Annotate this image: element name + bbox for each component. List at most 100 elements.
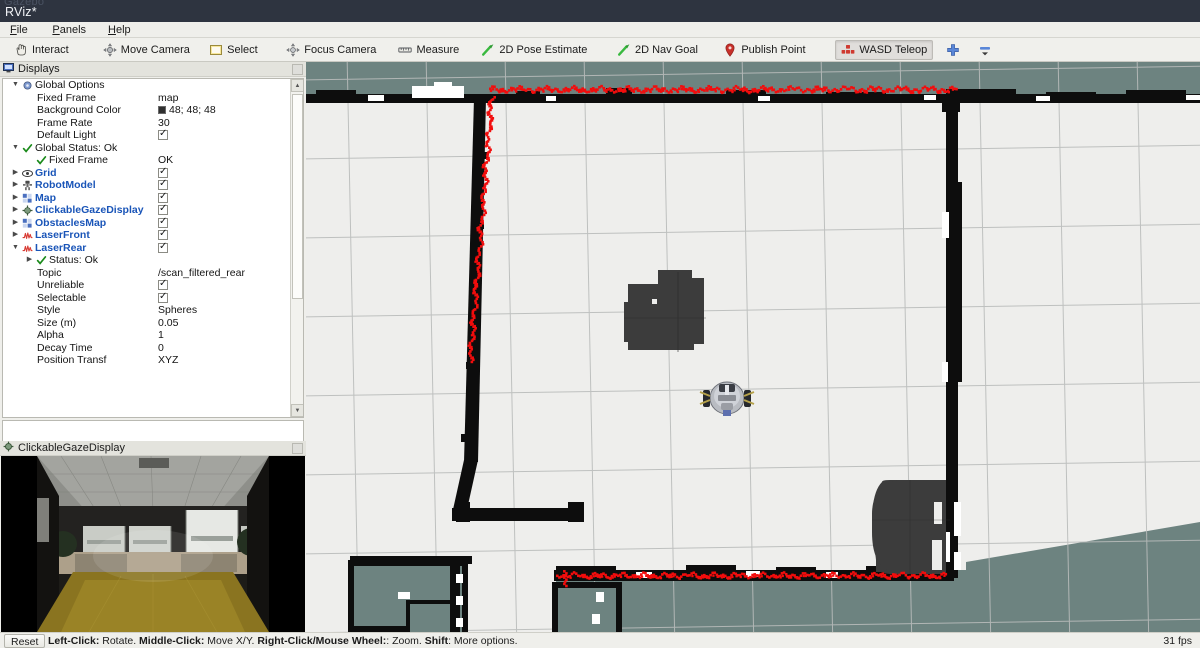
laser-point — [700, 577, 702, 579]
tool-focus-camera[interactable]: Focus Camera — [280, 40, 382, 60]
display-tree-row[interactable]: ▶ LaserFront — [3, 229, 290, 242]
display-property-value[interactable]: /scan_filtered_rear — [158, 267, 245, 280]
laser-point — [481, 200, 483, 202]
tool-label: Move Camera — [121, 44, 190, 56]
display-tree-row[interactable]: Default Light — [3, 129, 290, 142]
menu-panels[interactable]: Panels — [48, 23, 90, 37]
display-enabled-checkbox[interactable] — [158, 193, 168, 203]
display-item-label: Topic — [37, 267, 62, 280]
tool-2d-pose-estimate[interactable]: 2D Pose Estimate — [475, 40, 593, 60]
display-tree-row[interactable]: Style Spheres — [3, 304, 290, 317]
add-tool-button[interactable] — [940, 40, 966, 60]
reset-button[interactable]: Reset — [4, 634, 45, 648]
display-tree-row[interactable]: Topic/scan_filtered_rear — [3, 267, 290, 280]
display-tree-row[interactable]: ▶ Grid — [3, 167, 290, 180]
display-enabled-checkbox[interactable] — [158, 218, 168, 228]
laser-point — [639, 577, 641, 579]
tool-move-camera[interactable]: Move Camera — [97, 40, 196, 60]
display-tree-row[interactable]: Position Transf XYZ — [3, 354, 290, 367]
display-tree-row[interactable]: ▼ Global Options — [3, 79, 290, 92]
display-tree-row[interactable]: Fixed Frame OK — [3, 154, 290, 167]
laser-point — [761, 575, 763, 577]
laser-point — [662, 90, 664, 92]
chevron-right-icon[interactable]: ▶ — [11, 229, 20, 242]
display-enabled-checkbox[interactable] — [158, 293, 168, 303]
display-property-value[interactable]: XYZ — [158, 354, 178, 367]
chevron-down-icon[interactable]: ▼ — [11, 79, 20, 92]
tool-interact[interactable]: Interact — [8, 40, 75, 60]
display-enabled-checkbox[interactable] — [158, 205, 168, 215]
tool-publish-point[interactable]: Publish Point — [717, 40, 811, 60]
display-enabled-checkbox[interactable] — [158, 180, 168, 190]
laser-point — [880, 87, 883, 90]
menu-help[interactable]: Help — [104, 23, 135, 37]
laser-point — [764, 573, 767, 576]
scrollbar-thumb[interactable] — [292, 94, 303, 299]
render-view-3d[interactable] — [306, 62, 1200, 632]
display-property-value[interactable]: Spheres — [158, 304, 197, 317]
laser-point — [560, 91, 563, 94]
display-property-value[interactable]: 0.05 — [158, 317, 178, 330]
chevron-right-icon[interactable]: ▶ — [11, 192, 20, 205]
display-tree-row[interactable]: ▶ ClickableGazeDisplay — [3, 204, 290, 217]
laser-point — [955, 88, 958, 91]
displays-tree-scrollbar[interactable]: ▲ ▼ — [290, 79, 303, 417]
laser-point — [615, 90, 618, 93]
display-tree-row[interactable]: ▶ Status: Ok — [3, 254, 290, 267]
displays-tree[interactable]: ▼ Global Options Fixed Frame map Background … — [2, 78, 304, 418]
laser-point — [709, 574, 712, 577]
display-tree-row[interactable]: Size (m) 0.05 — [3, 317, 290, 330]
scroll-up-icon[interactable]: ▲ — [291, 79, 304, 92]
laser-point — [733, 89, 735, 91]
display-tree-row[interactable]: ▼ Global Status: Ok — [3, 142, 290, 155]
display-property-value[interactable]: 0 — [158, 342, 164, 355]
display-tree-row[interactable]: ▶ ObstaclesMap — [3, 217, 290, 230]
tool-wasd-teleop[interactable]: WASD Teleop — [835, 40, 933, 60]
display-tree-row[interactable]: Decay Time 0 — [3, 342, 290, 355]
laser-point — [872, 575, 874, 577]
chevron-right-icon[interactable]: ▶ — [11, 217, 20, 230]
display-tree-row[interactable]: ▶ RobotModel — [3, 179, 290, 192]
laser-point — [866, 91, 868, 93]
display-tree-row[interactable]: Alpha 1 — [3, 329, 290, 342]
laser-point — [641, 576, 643, 578]
display-tree-row[interactable]: Background Color 48; 48; 48 — [3, 104, 290, 117]
scroll-down-icon[interactable]: ▼ — [291, 404, 304, 417]
display-enabled-checkbox[interactable] — [158, 130, 168, 140]
display-item-label: Alpha — [37, 329, 64, 342]
display-enabled-checkbox[interactable] — [158, 168, 168, 178]
chevron-down-icon[interactable]: ▼ — [11, 242, 20, 255]
display-item-label: Grid — [35, 167, 57, 180]
display-property-value[interactable]: 48; 48; 48 — [158, 104, 216, 117]
tool-measure[interactable]: Measure — [392, 40, 465, 60]
display-tree-row[interactable]: Selectable — [3, 292, 290, 305]
gaze-panel-float-button[interactable] — [292, 443, 303, 454]
display-tree-row[interactable]: Frame Rate 30 — [3, 117, 290, 130]
display-property-value[interactable]: 1 — [158, 329, 164, 342]
laser-point — [920, 90, 923, 93]
display-tree-row[interactable]: ▼ LaserRear — [3, 242, 290, 255]
tool-select[interactable]: Select — [203, 40, 264, 60]
display-enabled-checkbox[interactable] — [158, 280, 168, 290]
display-property-value[interactable]: map — [158, 92, 178, 105]
display-item-label: Unreliable — [37, 279, 84, 292]
display-enabled-checkbox[interactable] — [158, 230, 168, 240]
laser-point — [800, 574, 803, 577]
display-tree-row[interactable]: Fixed Frame map — [3, 92, 290, 105]
display-tree-row[interactable]: Unreliable — [3, 279, 290, 292]
chevron-right-icon[interactable]: ▶ — [25, 254, 34, 267]
chevron-right-icon[interactable]: ▶ — [11, 167, 20, 180]
color-swatch[interactable] — [158, 106, 166, 114]
menu-file[interactable]: File — [6, 23, 32, 37]
tool-2d-nav-goal[interactable]: 2D Nav Goal — [611, 40, 704, 60]
display-enabled-checkbox[interactable] — [158, 243, 168, 253]
chevron-right-icon[interactable]: ▶ — [11, 204, 20, 217]
chevron-right-icon[interactable]: ▶ — [11, 179, 20, 192]
laser-point — [948, 91, 950, 93]
gaze-camera-view[interactable] — [1, 456, 305, 632]
chevron-down-icon[interactable]: ▼ — [11, 142, 20, 155]
laser-point — [790, 576, 792, 578]
toolbar-overflow-button[interactable] — [972, 40, 998, 60]
displays-panel-float-button[interactable] — [292, 64, 303, 75]
display-tree-row[interactable]: ▶ Map — [3, 192, 290, 205]
